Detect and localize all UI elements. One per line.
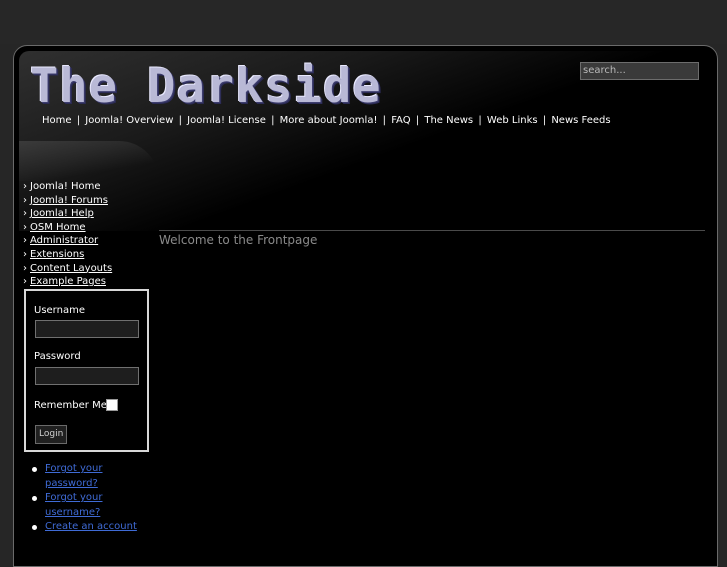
username-field[interactable] <box>35 320 139 338</box>
site-logo-title[interactable]: The Darkside <box>30 57 382 117</box>
list-item: Create an account <box>32 520 145 535</box>
nav-separator: | <box>382 115 387 126</box>
chevron-right-icon: › <box>23 235 27 247</box>
menu-item-label: OSM Home <box>30 221 86 233</box>
menu-item-administrator[interactable]: › Administrator <box>23 234 112 248</box>
top-navigation: Home | Joomla! Overview | Joomla! Licens… <box>42 115 611 126</box>
main-menu: › Joomla! Home › Joomla! Forums › Joomla! H… <box>23 180 112 289</box>
remember-me-label: Remember Me <box>34 400 107 411</box>
page-heading: Welcome to the Frontpage <box>159 233 318 247</box>
menu-item-label: Extensions <box>30 248 85 260</box>
menu-item-label: Joomla! Help <box>30 208 94 220</box>
nav-item-joomla-license[interactable]: Joomla! License <box>187 115 266 126</box>
nav-separator: | <box>76 115 81 126</box>
menu-item-extensions[interactable]: › Extensions <box>23 248 112 262</box>
chevron-right-icon: › <box>23 181 27 192</box>
header-wave-decoration <box>19 141 159 181</box>
nav-separator: | <box>178 115 182 126</box>
header: The Darkside search... Home | Joomla! Ov… <box>19 51 711 231</box>
forgot-username-link[interactable]: Forgot your username? <box>45 491 145 520</box>
menu-item-joomla-forums[interactable]: › Joomla! Forums <box>23 194 112 208</box>
menu-item-label: Joomla! Home <box>30 181 101 192</box>
forgot-password-link[interactable]: Forgot your password? <box>45 462 145 491</box>
nav-item-the-news[interactable]: The News <box>424 115 473 126</box>
chevron-right-icon: › <box>23 194 27 206</box>
menu-item-label: Joomla! Forums <box>30 194 108 206</box>
password-label: Password <box>34 351 81 362</box>
nav-separator: | <box>415 115 420 126</box>
menu-item-label: Content Layouts <box>30 262 113 274</box>
create-account-link[interactable]: Create an account <box>45 520 145 535</box>
login-links-list: Forgot your password? Forgot your userna… <box>32 462 145 535</box>
login-button[interactable]: Login <box>35 425 68 444</box>
bullet-icon <box>32 467 37 472</box>
remember-me-checkbox[interactable] <box>106 399 118 411</box>
chevron-right-icon: › <box>23 208 27 220</box>
nav-item-more-about-joomla[interactable]: More about Joomla! <box>280 115 378 126</box>
nav-item-joomla-overview[interactable]: Joomla! Overview <box>85 115 173 126</box>
bullet-icon <box>32 496 37 501</box>
list-item: Forgot your username? <box>32 491 145 520</box>
username-label: Username <box>34 305 85 316</box>
menu-item-example-pages[interactable]: › Example Pages <box>23 275 112 289</box>
menu-item-content-layouts[interactable]: › Content Layouts <box>23 262 112 276</box>
password-field[interactable] <box>35 367 139 385</box>
login-form: Username Password Remember Me Login <box>24 289 149 452</box>
page-frame: The Darkside search... Home | Joomla! Ov… <box>13 45 718 567</box>
bullet-icon <box>32 525 37 530</box>
menu-item-joomla-home[interactable]: › Joomla! Home <box>23 180 112 194</box>
menu-item-label: Example Pages <box>30 276 106 288</box>
chevron-right-icon: › <box>23 276 27 288</box>
chevron-right-icon: › <box>23 248 27 260</box>
nav-separator: | <box>271 115 275 126</box>
chevron-right-icon: › <box>23 262 27 274</box>
menu-item-label: Administrator <box>30 235 99 247</box>
nav-separator: | <box>542 115 547 126</box>
nav-item-news-feeds[interactable]: News Feeds <box>551 115 610 126</box>
top-band <box>0 0 727 44</box>
nav-item-home[interactable]: Home <box>42 115 72 126</box>
nav-item-web-links[interactable]: Web Links <box>487 115 538 126</box>
search-input[interactable]: search... <box>580 62 699 80</box>
menu-item-joomla-help[interactable]: › Joomla! Help <box>23 207 112 221</box>
chevron-right-icon: › <box>23 221 27 233</box>
nav-item-faq[interactable]: FAQ <box>391 115 410 126</box>
content-divider <box>159 230 705 231</box>
nav-separator: | <box>478 115 482 126</box>
menu-item-osm-home[interactable]: › OSM Home <box>23 221 112 235</box>
list-item: Forgot your password? <box>32 462 145 491</box>
